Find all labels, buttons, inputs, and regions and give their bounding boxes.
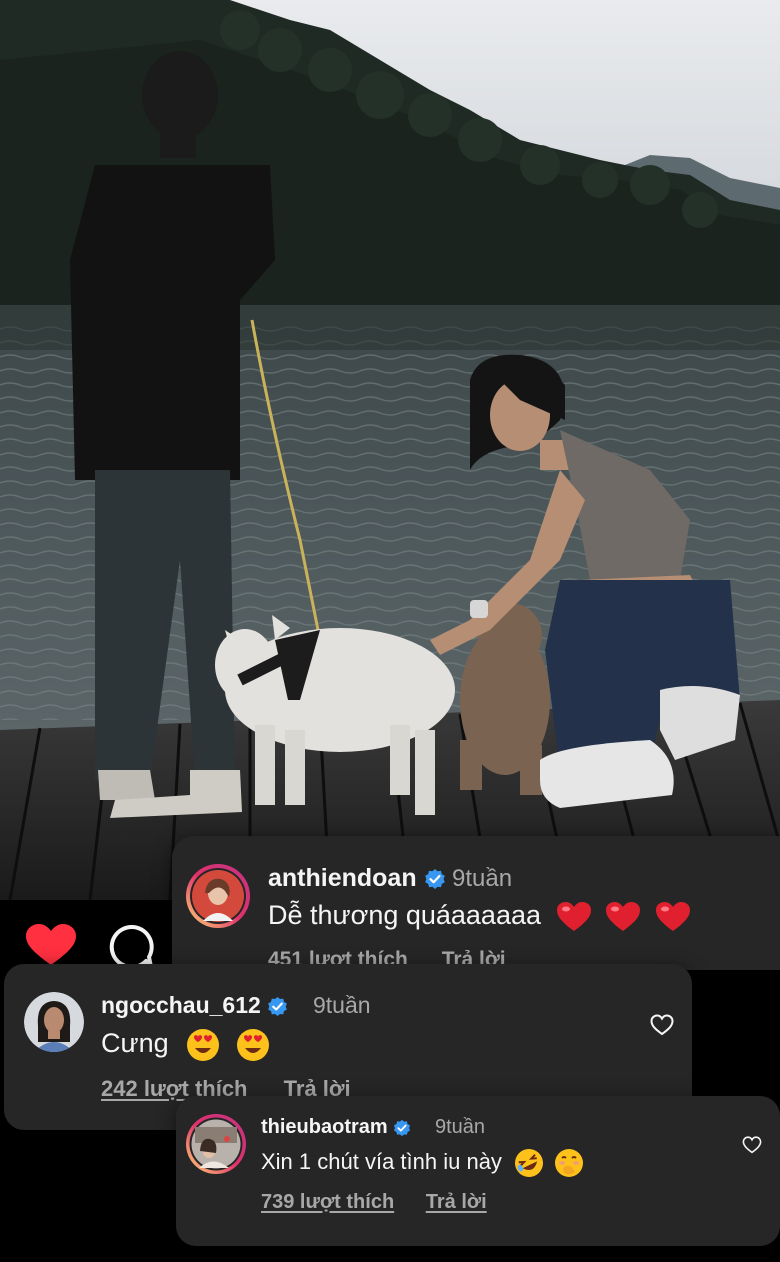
likes-count-link[interactable]: 739 lượt thích (261, 1191, 394, 1213)
verified-badge-icon (394, 1119, 411, 1136)
comment-card: anthiendoan 9tuần Dễ thương quáaaaaaa 45… (172, 836, 780, 970)
hand-over-mouth-emoji (550, 1149, 584, 1177)
red-heart-emoji (549, 900, 599, 931)
reply-button[interactable]: Trả lời (426, 1191, 487, 1213)
comment-username[interactable]: thieubaotram (261, 1116, 411, 1139)
comment-username[interactable]: ngocchau_612 (101, 992, 288, 1019)
heart-outline-icon[interactable] (650, 1014, 674, 1036)
post-photo[interactable] (0, 0, 780, 900)
red-heart-emoji (598, 900, 648, 931)
verified-badge-icon (268, 997, 288, 1017)
comment-text: Cưng (101, 1028, 270, 1062)
red-heart-emoji (648, 900, 690, 931)
comment-time: 9tuần (435, 1116, 486, 1138)
avatar[interactable] (24, 992, 84, 1052)
heart-eyes-emoji (176, 1028, 228, 1061)
avatar[interactable] (185, 1113, 247, 1175)
rolling-laughing-emoji (508, 1149, 550, 1177)
comment-text: Dễ thương quáaaaaaa (268, 900, 690, 932)
comment-card: thieubaotram 9tuần Xin 1 chút vía tình i… (176, 1096, 780, 1246)
comment-meta: 739 lượt thích Trả lời (261, 1191, 487, 1214)
comment-time: 9tuần (313, 992, 371, 1018)
heart-eyes-emoji (228, 1028, 270, 1061)
comment-text: Xin 1 chút vía tình iu này (261, 1148, 584, 1178)
comment-username[interactable]: anthiendoan (268, 864, 446, 893)
heart-filled-icon[interactable] (26, 924, 76, 966)
avatar[interactable] (185, 863, 251, 929)
comment-time: 9tuần (452, 865, 513, 892)
heart-outline-icon[interactable] (742, 1136, 762, 1154)
verified-badge-icon (424, 869, 445, 890)
